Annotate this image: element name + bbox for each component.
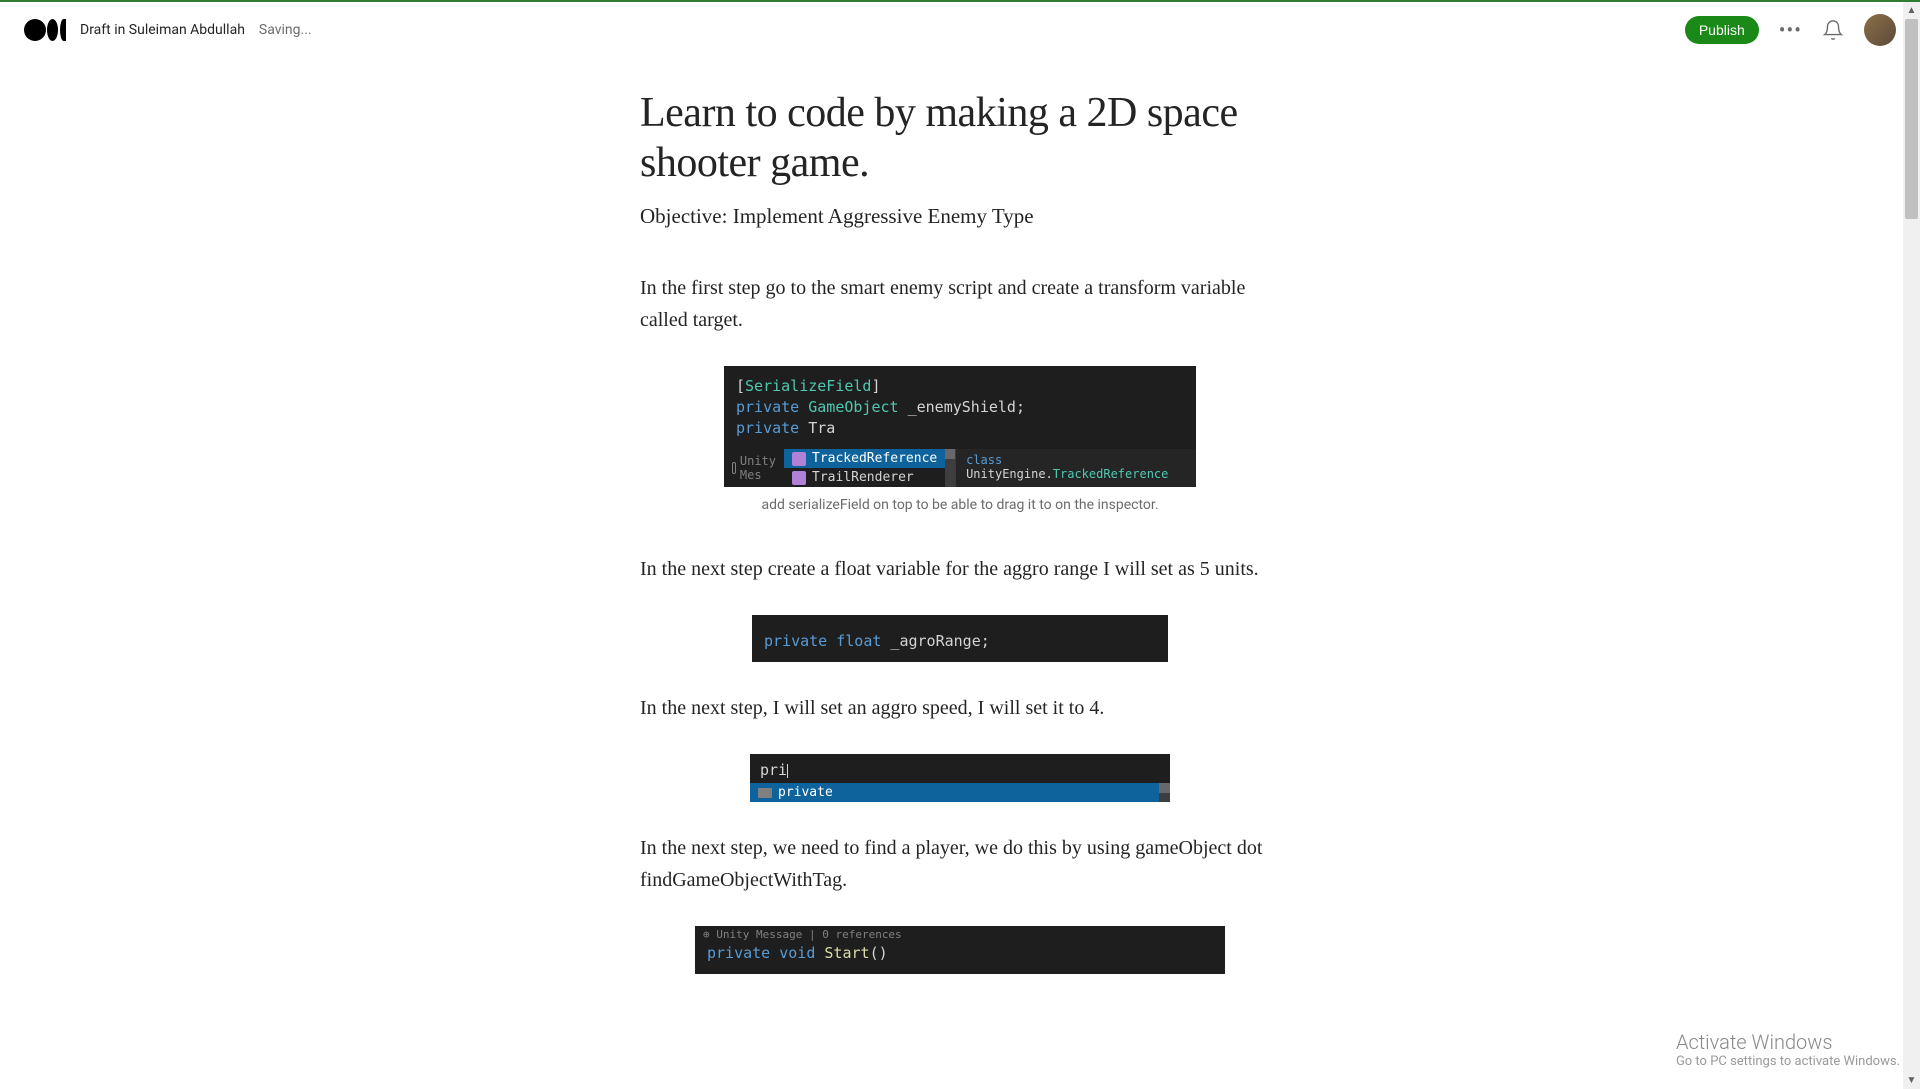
autocomplete-text: private — [778, 785, 833, 800]
article-title[interactable]: Learn to code by making a 2D space shoot… — [640, 88, 1280, 189]
autocomplete-item: TrackedReference — [784, 449, 945, 468]
tooltip-keyword: class — [966, 453, 1002, 467]
code-screenshot-4[interactable]: ⊕ Unity Message | 0 references private v… — [695, 926, 1225, 974]
code-keyword: private — [736, 398, 799, 416]
page-scrollbar[interactable]: ▲ ▼ — [1903, 2, 1920, 1089]
medium-logo[interactable] — [24, 19, 66, 41]
tooltip-namespace: UnityEngine. — [966, 467, 1053, 481]
scroll-thumb[interactable] — [1905, 19, 1918, 219]
editor-header: Draft in Suleiman Abdullah Saving... Pub… — [0, 2, 1920, 58]
text-cursor-icon — [787, 764, 788, 778]
tooltip-classname: TrackedReference — [1053, 467, 1169, 481]
activate-windows-watermark: Activate Windows Go to PC settings to ac… — [1676, 1030, 1900, 1069]
header-left: Draft in Suleiman Abdullah Saving... — [24, 19, 312, 41]
header-right: Publish ••• — [1685, 14, 1896, 46]
more-icon[interactable]: ••• — [1779, 18, 1802, 42]
unity-references: ⊕ Unity Message | 0 references — [695, 926, 1225, 943]
code-keyword: private — [707, 944, 770, 962]
autocomplete-tooltip: class UnityEngine.TrackedReference — [955, 449, 1196, 487]
logo-half-icon — [60, 19, 66, 41]
code-variable: _enemyShield; — [899, 398, 1025, 416]
scroll-up-arrow-icon[interactable]: ▲ — [1903, 2, 1920, 19]
publish-button[interactable]: Publish — [1685, 16, 1759, 44]
image-caption-1[interactable]: add serializeField on top to be able to … — [640, 497, 1280, 513]
draft-location: Draft in Suleiman Abdullah — [80, 22, 245, 38]
unity-ref-text: Unity Message | 0 references — [716, 928, 901, 941]
logo-oval-icon — [47, 19, 58, 41]
autocomplete-item: TrailRenderer — [784, 468, 945, 487]
unity-message-indicator: Unity Mes — [724, 449, 784, 487]
autocomplete-text: TrailRenderer — [812, 470, 914, 485]
code-bracket: [ — [736, 377, 745, 395]
unity-msg-text: Unity Mes — [740, 454, 776, 482]
code-method: Start — [815, 944, 869, 962]
code-partial: pri — [760, 761, 787, 779]
class-icon — [792, 452, 806, 466]
notifications-icon[interactable] — [1822, 19, 1844, 41]
code-screenshot-1[interactable]: [SerializeField] private GameObject _ene… — [724, 366, 1196, 487]
code-keyword: void — [770, 944, 815, 962]
activate-title: Activate Windows — [1676, 1030, 1900, 1054]
autocomplete-scrollbar — [1159, 783, 1170, 802]
code-type: float — [827, 632, 881, 650]
activate-subtitle: Go to PC settings to activate Windows. — [1676, 1054, 1900, 1069]
scroll-thumb — [945, 449, 955, 459]
article-content: Learn to code by making a 2D space shoot… — [620, 58, 1300, 1034]
paragraph-4[interactable]: In the next step, we need to find a play… — [640, 832, 1280, 896]
code-keyword: private — [764, 632, 827, 650]
article-subtitle[interactable]: Objective: Implement Aggressive Enemy Ty… — [640, 201, 1280, 233]
scroll-down-arrow-icon[interactable]: ▼ — [1903, 1072, 1920, 1089]
paragraph-1[interactable]: In the first step go to the smart enemy … — [640, 272, 1280, 336]
paragraph-3[interactable]: In the next step, I will set an aggro sp… — [640, 692, 1280, 724]
code-type: GameObject — [808, 398, 898, 416]
code-variable: _agroRange; — [881, 632, 989, 650]
class-icon — [792, 471, 806, 485]
code-attribute: SerializeField — [745, 377, 871, 395]
autocomplete-text: TrackedReference — [812, 451, 937, 466]
autocomplete-scrollbar — [945, 449, 955, 487]
unity-icon — [732, 462, 736, 474]
autocomplete-item: private — [750, 783, 1159, 802]
unity-ref-icon: ⊕ — [703, 928, 710, 941]
scroll-thumb — [1159, 783, 1170, 793]
code-bracket: ] — [871, 377, 880, 395]
code-parens: () — [870, 944, 888, 962]
code-screenshot-3[interactable]: pri private — [750, 754, 1170, 802]
save-status: Saving... — [259, 22, 312, 38]
code-screenshot-2[interactable]: private float _agroRange; — [752, 615, 1168, 662]
avatar[interactable] — [1864, 14, 1896, 46]
logo-circle-icon — [24, 19, 46, 41]
code-partial: Tra — [799, 419, 835, 437]
paragraph-2[interactable]: In the next step create a float variable… — [640, 553, 1280, 585]
code-keyword: private — [736, 419, 799, 437]
keyword-icon — [758, 788, 772, 798]
